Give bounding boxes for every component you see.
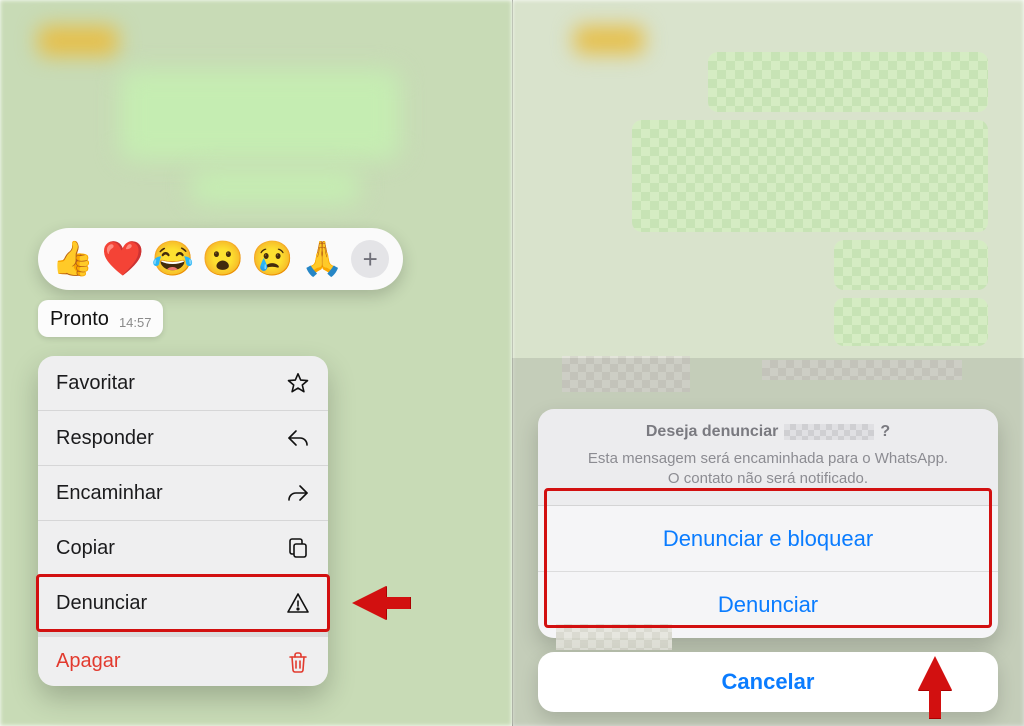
reply-icon [286, 426, 310, 450]
warning-icon [286, 591, 310, 615]
reaction-heart[interactable]: ❤️ [102, 239, 144, 279]
redacted-bubble [708, 52, 988, 112]
redacted-bubble [632, 120, 988, 232]
sheet-subtitle-line: O contato não será notificado. [566, 469, 970, 489]
forward-icon [286, 481, 310, 505]
star-icon [286, 371, 310, 395]
menu-label: Apagar [56, 650, 121, 673]
menu-label: Copiar [56, 537, 115, 560]
reaction-wow[interactable]: 😮 [202, 239, 244, 279]
redacted-bubble [834, 298, 988, 346]
right-screenshot: Deseja denunciar ? Esta mensagem será en… [512, 0, 1024, 726]
menu-item-denunciar[interactable]: Denunciar [38, 576, 328, 631]
redacted-name [784, 424, 874, 440]
sheet-title-prefix: Deseja denunciar [646, 423, 779, 441]
menu-label: Denunciar [56, 592, 147, 615]
menu-label: Favoritar [56, 372, 135, 395]
reaction-bar: 👍 ❤️ 😂 😮 😢 🙏 + [38, 228, 403, 290]
action-sheet: Deseja denunciar ? Esta mensagem será en… [538, 409, 998, 639]
sheet-subtitle-line: Esta mensagem será encaminhada para o Wh… [566, 449, 970, 469]
message-text: Pronto [50, 308, 109, 331]
sheet-title: Deseja denunciar ? [566, 423, 970, 441]
reaction-pray[interactable]: 🙏 [301, 239, 343, 279]
left-screenshot: 👍 ❤️ 😂 😮 😢 🙏 + Pronto 14:57 Favoritar Re… [0, 0, 512, 726]
trash-icon [286, 650, 310, 674]
blurred-header-chip [38, 26, 118, 56]
copy-icon [286, 536, 310, 560]
report-and-block-button[interactable]: Denunciar e bloquear [538, 506, 998, 572]
menu-item-copiar[interactable]: Copiar [38, 521, 328, 576]
menu-label: Encaminhar [56, 482, 163, 505]
sheet-header: Deseja denunciar ? Esta mensagem será en… [538, 409, 998, 507]
reaction-laugh[interactable]: 😂 [152, 239, 194, 279]
menu-item-apagar[interactable]: Apagar [38, 631, 328, 686]
redacted-block [556, 624, 672, 650]
context-menu: Favoritar Responder Encaminhar Copiar De… [38, 356, 328, 686]
sheet-subtitle: Esta mensagem será encaminhada para o Wh… [566, 449, 970, 490]
redacted-bubble [834, 240, 988, 290]
menu-item-favoritar[interactable]: Favoritar [38, 356, 328, 411]
annotation-arrow-icon [352, 586, 386, 620]
message-bubble[interactable]: Pronto 14:57 [38, 300, 163, 337]
menu-item-encaminhar[interactable]: Encaminhar [38, 466, 328, 521]
annotation-arrow-icon [918, 656, 952, 690]
blurred-header-chip [574, 26, 644, 54]
reaction-add-button[interactable]: + [351, 240, 389, 278]
reaction-sad[interactable]: 😢 [251, 239, 293, 279]
blurred-bubble [120, 70, 400, 160]
menu-item-responder[interactable]: Responder [38, 411, 328, 466]
blurred-bubble [190, 170, 360, 204]
sheet-title-suffix: ? [880, 423, 890, 441]
message-timestamp: 14:57 [119, 315, 152, 331]
menu-label: Responder [56, 427, 154, 450]
reaction-thumbs-up[interactable]: 👍 [52, 239, 94, 279]
